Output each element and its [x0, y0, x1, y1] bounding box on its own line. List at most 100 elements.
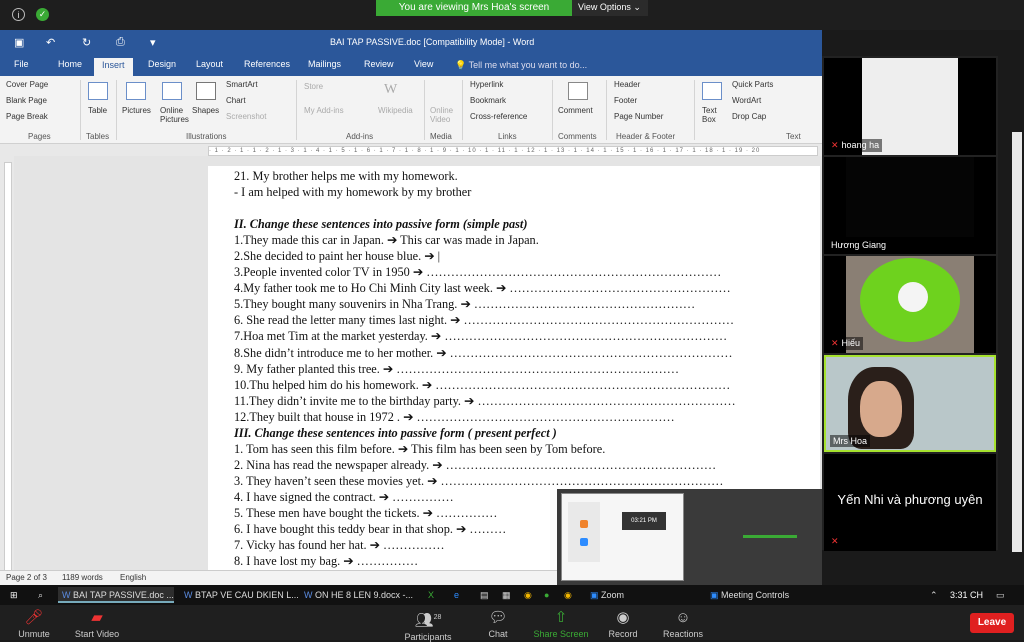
online-video-button[interactable]: Online Video: [430, 106, 458, 124]
app-icon[interactable]: ●: [540, 587, 549, 603]
table-icon[interactable]: [88, 82, 108, 100]
print-preview-icon[interactable]: ⎙: [116, 36, 125, 49]
document-line[interactable]: - I am helped with my homework by my bro…: [234, 184, 814, 200]
document-line[interactable]: [234, 200, 814, 216]
unmute-button[interactable]: 🎤︎ Unmute: [14, 607, 54, 639]
document-line[interactable]: 7.Hoa met Tim at the market yesterday. ➔…: [234, 328, 814, 344]
online-pictures-icon[interactable]: [162, 82, 182, 100]
chat-button[interactable]: 💬︎ Chat: [480, 607, 516, 639]
tab-home[interactable]: Home: [56, 59, 84, 69]
hyperlink-button[interactable]: Hyperlink: [470, 80, 503, 89]
tab-insert[interactable]: Insert: [94, 58, 133, 76]
screenshot-button[interactable]: Screenshot: [226, 112, 266, 121]
app-icon[interactable]: ◉: [560, 587, 572, 603]
section-heading[interactable]: III. Change these sentences into passive…: [234, 425, 814, 441]
quick-parts-button[interactable]: Quick Parts: [732, 80, 773, 89]
horizontal-ruler[interactable]: · 1 · 2 · 1 · 1 · 2 · 1 · 3 · 1 · 4 · 1 …: [208, 146, 818, 156]
undo-icon[interactable]: ↶: [46, 36, 55, 49]
tab-review[interactable]: Review: [362, 59, 396, 69]
taskbar-item-word-1[interactable]: W BAI TAP PASSIVE.doc ...: [58, 587, 174, 603]
tab-layout[interactable]: Layout: [194, 59, 225, 69]
document-line[interactable]: 5.They bought many souvenirs in Nha Tran…: [234, 296, 814, 312]
word-count[interactable]: 1189 words: [62, 573, 103, 582]
text-box-icon[interactable]: [702, 82, 722, 100]
taskbar-item-word-3[interactable]: W ON HE 8 LEN 9.docx -...: [300, 587, 413, 603]
share-screen-button[interactable]: ⇧ Share Screen: [530, 607, 592, 639]
document-line[interactable]: 10.Thu helped him do his homework. ➔ …………: [234, 377, 814, 393]
reactions-button[interactable]: ☺ Reactions: [660, 607, 706, 639]
document-line[interactable]: 3. They haven’t seen these movies yet. ➔…: [234, 473, 814, 489]
shield-icon[interactable]: ✓: [36, 8, 49, 21]
info-icon[interactable]: i: [12, 8, 25, 21]
chrome-icon[interactable]: ◉: [520, 587, 532, 603]
comment-icon[interactable]: [568, 82, 588, 100]
online-pictures-button[interactable]: Online Pictures: [160, 106, 190, 124]
vertical-ruler[interactable]: [4, 162, 12, 582]
vertical-scrollbar[interactable]: [1012, 132, 1022, 552]
section-heading[interactable]: II. Change these sentences into passive …: [234, 216, 814, 232]
share-screen-preview[interactable]: 03:21 PM: [557, 489, 822, 585]
wikipedia-button[interactable]: Wikipedia: [378, 106, 413, 115]
leave-meeting-button[interactable]: Leave: [970, 613, 1014, 633]
page-break-button[interactable]: Page Break: [6, 112, 48, 121]
document-line[interactable]: 6. She read the letter many times last n…: [234, 312, 814, 328]
wordart-button[interactable]: WordArt: [732, 96, 761, 105]
shapes-button[interactable]: Shapes: [192, 106, 219, 115]
notifications-icon[interactable]: ▭: [992, 587, 1005, 603]
document-line[interactable]: 12.They built that house in 1972 . ➔ …………: [234, 409, 814, 425]
language-indicator[interactable]: English: [120, 573, 146, 582]
app-icon[interactable]: ▦: [498, 587, 511, 603]
document-line[interactable]: 2.She decided to paint her house blue. ➔…: [234, 248, 814, 264]
footer-button[interactable]: Footer: [614, 96, 637, 105]
store-button[interactable]: Store: [304, 82, 323, 91]
drop-cap-button[interactable]: Drop Cap: [732, 112, 766, 121]
system-clock[interactable]: 3:31 CH: [946, 587, 983, 603]
document-line[interactable]: 3.People invented color TV in 1950 ➔ …………: [234, 264, 814, 280]
customize-qat-icon[interactable]: ▾: [150, 36, 156, 49]
page-number-button[interactable]: Page Number: [614, 112, 663, 121]
document-line[interactable]: 21. My brother helps me with my homework…: [234, 168, 814, 184]
video-tile[interactable]: ✕ hoang ha: [824, 58, 996, 155]
document-line[interactable]: 8.She didn’t introduce me to her mother.…: [234, 345, 814, 361]
text-box-button[interactable]: Text Box: [702, 106, 724, 124]
tab-view[interactable]: View: [412, 59, 435, 69]
video-tile-active-speaker[interactable]: Mrs Hoa: [824, 355, 996, 452]
document-line[interactable]: 1.They made this car in Japan. ➔ This ca…: [234, 232, 814, 248]
edge-icon[interactable]: e: [450, 587, 459, 603]
participants-button[interactable]: 👥︎28 Participants: [400, 607, 456, 642]
tab-mailings[interactable]: Mailings: [306, 59, 343, 69]
taskbar-item-zoom[interactable]: ▣ Zoom: [586, 587, 656, 603]
cross-reference-button[interactable]: Cross-reference: [470, 112, 527, 121]
chevron-up-icon[interactable]: ⌃: [926, 587, 938, 603]
document-line[interactable]: 9. My father planted this tree. ➔ …………………: [234, 361, 814, 377]
video-tile[interactable]: ✕ Hiếu: [824, 256, 996, 353]
comment-button[interactable]: Comment: [558, 106, 593, 115]
chart-button[interactable]: Chart: [226, 96, 246, 105]
taskbar-item-meeting-controls[interactable]: ▣ Meeting Controls: [706, 587, 810, 603]
document-line[interactable]: 2. Nina has read the newspaper already. …: [234, 457, 814, 473]
shapes-icon[interactable]: [196, 82, 216, 100]
table-button[interactable]: Table: [88, 106, 107, 115]
smartart-button[interactable]: SmartArt: [226, 80, 258, 89]
bookmark-button[interactable]: Bookmark: [470, 96, 506, 105]
my-addins-button[interactable]: My Add-ins: [304, 106, 344, 115]
cover-page-button[interactable]: Cover Page: [6, 80, 48, 89]
wikipedia-icon[interactable]: W: [384, 82, 397, 98]
document-line[interactable]: 11.They didn’t invite me to the birthday…: [234, 393, 814, 409]
taskbar-item-word-2[interactable]: W BTAP VE CAU DKIEN L...: [180, 587, 299, 603]
start-video-button[interactable]: ▰ Start Video: [70, 607, 124, 639]
pictures-icon[interactable]: [126, 82, 146, 100]
page-count[interactable]: Page 2 of 3: [6, 573, 47, 582]
tab-file[interactable]: File: [12, 59, 31, 69]
tab-references[interactable]: References: [242, 59, 292, 69]
pictures-button[interactable]: Pictures: [122, 106, 151, 115]
tab-design[interactable]: Design: [146, 59, 178, 69]
document-line[interactable]: 4.My father took me to Ho Chi Minh City …: [234, 280, 814, 296]
record-button[interactable]: ◉ Record: [606, 607, 640, 639]
blank-page-button[interactable]: Blank Page: [6, 96, 47, 105]
tell-me-search[interactable]: 💡 Tell me what you want to do...: [455, 60, 587, 71]
redo-icon[interactable]: ↻: [82, 36, 91, 49]
video-tile[interactable]: Hương Giang: [824, 157, 996, 254]
view-options-button[interactable]: View Options ⌄: [572, 0, 648, 16]
excel-icon[interactable]: X: [424, 587, 434, 603]
